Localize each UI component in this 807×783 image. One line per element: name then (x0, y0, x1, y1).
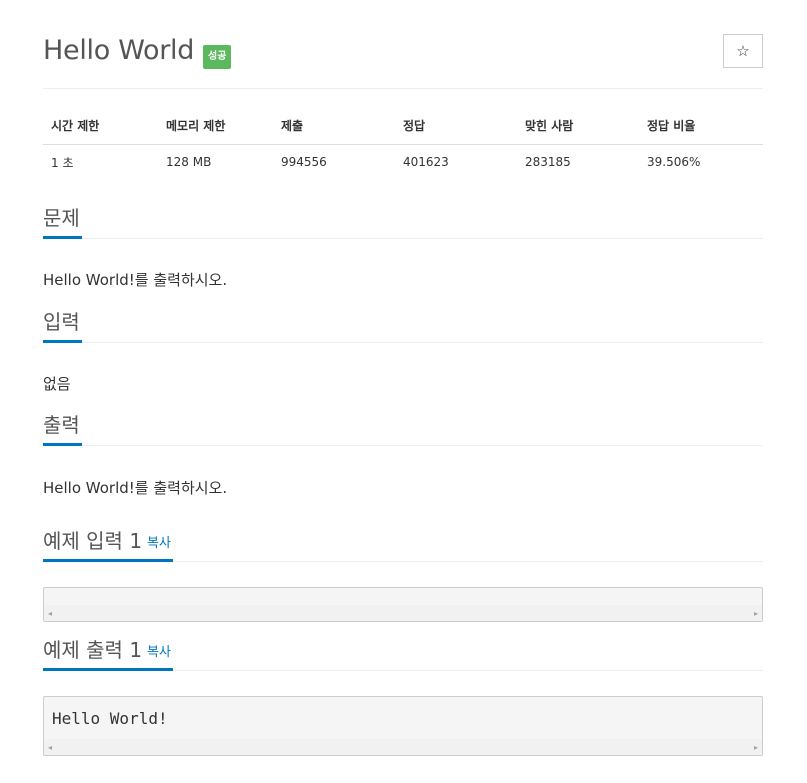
problem-info-table: 시간 제한 메모리 제한 제출 정답 맞힌 사람 정답 비율 1 초 128 M… (43, 108, 763, 180)
sample-output-heading: 예제 출력 1 (43, 638, 143, 662)
title-row: Hello World 성공 ☆ (43, 33, 763, 73)
section-problem-header: 문제 (43, 203, 763, 239)
table-cell: 401623 (403, 155, 449, 170)
table-header-row: 시간 제한 메모리 제한 제출 정답 맞힌 사람 정답 비율 (43, 108, 763, 145)
section-heading: 예제 입력 1 복사 (43, 526, 173, 562)
divider (43, 88, 763, 89)
scroll-left-icon[interactable]: ◂ (48, 609, 52, 618)
section-output-header: 출력 (43, 410, 763, 446)
horizontal-scrollbar[interactable]: ◂ ▸ (44, 739, 762, 755)
copy-sample-input-link[interactable]: 복사 (147, 536, 171, 551)
section-heading: 출력 (43, 410, 82, 446)
section-heading: 예제 출력 1 복사 (43, 635, 173, 671)
table-cell: 1 초 (51, 155, 74, 170)
copy-sample-output-link[interactable]: 복사 (147, 645, 171, 660)
section-input-header: 입력 (43, 307, 763, 343)
sample-output-box: Hello World! ◂ ▸ (43, 696, 763, 756)
status-badge: 성공 (203, 45, 232, 69)
sample-output-content: Hello World! (52, 709, 168, 728)
section-heading: 입력 (43, 307, 82, 343)
scroll-right-icon[interactable]: ▸ (754, 609, 758, 618)
column-header: 시간 제한 (43, 108, 158, 145)
section-sample-input-header: 예제 입력 1 복사 (43, 526, 763, 562)
column-header: 제출 (273, 108, 395, 145)
input-description: 없음 (43, 375, 71, 393)
table-cell: 283185 (525, 155, 571, 170)
section-sample-output-header: 예제 출력 1 복사 (43, 635, 763, 671)
star-icon: ☆ (736, 42, 750, 60)
sample-input-heading: 예제 입력 1 (43, 529, 143, 553)
table-cell: 39.506% (647, 155, 701, 170)
output-description: Hello World!를 출력하시오. (43, 479, 228, 497)
column-header: 정답 (395, 108, 517, 145)
favorite-button[interactable]: ☆ (723, 34, 763, 68)
section-heading: 문제 (43, 203, 82, 239)
horizontal-scrollbar[interactable]: ◂ ▸ (44, 605, 762, 621)
scroll-right-icon[interactable]: ▸ (754, 743, 758, 752)
column-header: 맞힌 사람 (517, 108, 639, 145)
table-row: 1 초 128 MB 994556 401623 283185 39.506% (43, 144, 763, 180)
table-cell: 128 MB (166, 155, 212, 170)
sample-input-box: ◂ ▸ (43, 587, 763, 622)
table-cell: 994556 (281, 155, 327, 170)
column-header: 메모리 제한 (158, 108, 273, 145)
problem-description: Hello World!를 출력하시오. (43, 271, 228, 289)
problem-title: Hello World (43, 35, 195, 66)
column-header: 정답 비율 (639, 108, 763, 145)
scroll-left-icon[interactable]: ◂ (48, 743, 52, 752)
sample-input-content (44, 588, 762, 606)
